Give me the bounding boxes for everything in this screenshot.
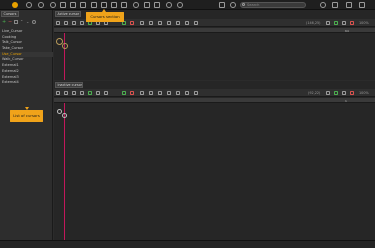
cursor-list: Live_Cursor Cooking Talk_Cursor Take_Cur… [0, 29, 53, 86]
brackets-icon[interactable] [121, 2, 127, 8]
settings-gear-icon[interactable] [50, 2, 56, 8]
copy-icon[interactable] [149, 21, 153, 25]
tab-inactive-cursor[interactable]: Inactive cursor [55, 82, 83, 88]
cursor-preview-icon [62, 43, 68, 49]
folder-icon[interactable] [80, 2, 86, 8]
brush-icon[interactable] [140, 91, 144, 95]
zoom-reset-icon[interactable] [342, 91, 346, 95]
first-frame-icon[interactable] [72, 21, 76, 25]
back-arrow-icon[interactable] [26, 2, 32, 8]
tab-active-cursor[interactable]: Active cursor [55, 11, 81, 17]
hotspot-icon[interactable] [326, 21, 330, 25]
image-import-icon[interactable] [167, 91, 171, 95]
forward-arrow-icon[interactable] [38, 2, 44, 8]
add-frame-icon[interactable] [122, 91, 126, 95]
inactive-cursor-panel: Inactive cursor (92,22) 100% 1 [54, 81, 375, 240]
cursors-section-callout: Cursors section [86, 12, 124, 22]
folder-open-icon[interactable] [158, 91, 162, 95]
search-icon [242, 3, 245, 6]
character-icon[interactable] [60, 2, 66, 8]
power-icon[interactable] [320, 2, 326, 8]
list-of-cursors-callout: List of cursors [10, 110, 43, 122]
grid-icon[interactable] [144, 2, 150, 8]
cursor-list-toolbar: + − ⌃ ⌄ [1, 19, 51, 25]
eye-icon[interactable] [185, 21, 189, 25]
timeline-marker[interactable] [64, 103, 65, 240]
zoom-level: 100% [359, 21, 369, 25]
settings-icon[interactable] [64, 21, 68, 25]
cursor-preview-icon [62, 113, 67, 118]
zoom-level: 100% [359, 91, 369, 95]
inactive-cursor-toolbar: (92,22) 100% [54, 89, 375, 97]
list-icon[interactable] [154, 2, 160, 8]
next-frame-icon[interactable] [96, 91, 100, 95]
remove-cursor-icon[interactable]: − [8, 20, 12, 25]
cursor-coordinates: (92,22) [308, 91, 321, 95]
user-icon[interactable] [70, 2, 76, 8]
copy-icon[interactable] [149, 91, 153, 95]
delete-frame-icon[interactable] [130, 91, 134, 95]
search-input[interactable]: Search [240, 2, 306, 8]
duplicate-icon[interactable] [14, 20, 18, 24]
share-icon[interactable] [166, 2, 172, 8]
add-cursor-icon[interactable]: + [2, 20, 6, 25]
gem-icon[interactable] [91, 2, 97, 8]
list-item[interactable]: External4 [0, 80, 53, 86]
refresh-icon[interactable] [230, 2, 236, 8]
zoom-reset-icon[interactable] [342, 21, 346, 25]
hotspot-icon[interactable] [326, 91, 330, 95]
prev-frame-icon[interactable] [80, 21, 84, 25]
document-icon[interactable] [219, 2, 225, 8]
move-up-icon[interactable]: ⌃ [20, 20, 24, 24]
export-icon[interactable] [332, 2, 338, 8]
save-icon[interactable] [176, 21, 180, 25]
grid-toggle-icon[interactable] [194, 21, 198, 25]
timeline-marker[interactable] [64, 33, 65, 80]
folder-open-icon[interactable] [158, 21, 162, 25]
settings-icon[interactable] [64, 91, 68, 95]
app-logo-icon [12, 2, 18, 8]
eye-icon[interactable] [185, 91, 189, 95]
main-toolbar: Search [0, 0, 375, 10]
play-icon[interactable] [88, 91, 92, 95]
cursor-section-icon[interactable] [101, 2, 107, 8]
zoom-out-icon[interactable] [350, 21, 354, 25]
search-list-icon[interactable] [32, 20, 36, 24]
ruler-end-label: 64 [345, 28, 349, 33]
tab-cursors[interactable]: Cursors [1, 11, 19, 17]
save-icon[interactable] [176, 91, 180, 95]
close-icon[interactable] [359, 2, 365, 8]
cursor-coordinates: (146,25) [306, 21, 321, 25]
brush-icon[interactable] [140, 21, 144, 25]
zoom-in-icon[interactable] [334, 91, 338, 95]
grid-toggle-icon[interactable] [194, 91, 198, 95]
delete-frame-icon[interactable] [130, 21, 134, 25]
zoom-in-icon[interactable] [334, 21, 338, 25]
image-icon[interactable] [56, 91, 60, 95]
cursor-preview-icon [57, 109, 62, 114]
image-icon[interactable] [56, 21, 60, 25]
gear-icon[interactable] [133, 2, 139, 8]
active-cursor-canvas[interactable] [54, 33, 375, 80]
first-frame-icon[interactable] [72, 91, 76, 95]
prev-frame-icon[interactable] [80, 91, 84, 95]
play-icon[interactable] [177, 2, 183, 8]
zoom-out-icon[interactable] [350, 91, 354, 95]
minimize-icon[interactable] [346, 2, 352, 8]
ruler-end-label: 1 [345, 98, 347, 103]
warning-icon[interactable] [111, 2, 117, 8]
move-down-icon[interactable]: ⌄ [26, 20, 30, 24]
image-import-icon[interactable] [167, 21, 171, 25]
last-frame-icon[interactable] [104, 91, 108, 95]
inactive-cursor-canvas[interactable] [54, 103, 375, 240]
status-bar [0, 240, 375, 248]
cursor-list-panel: Cursors + − ⌃ ⌄ Live_Cursor Cooking Talk… [0, 10, 53, 240]
